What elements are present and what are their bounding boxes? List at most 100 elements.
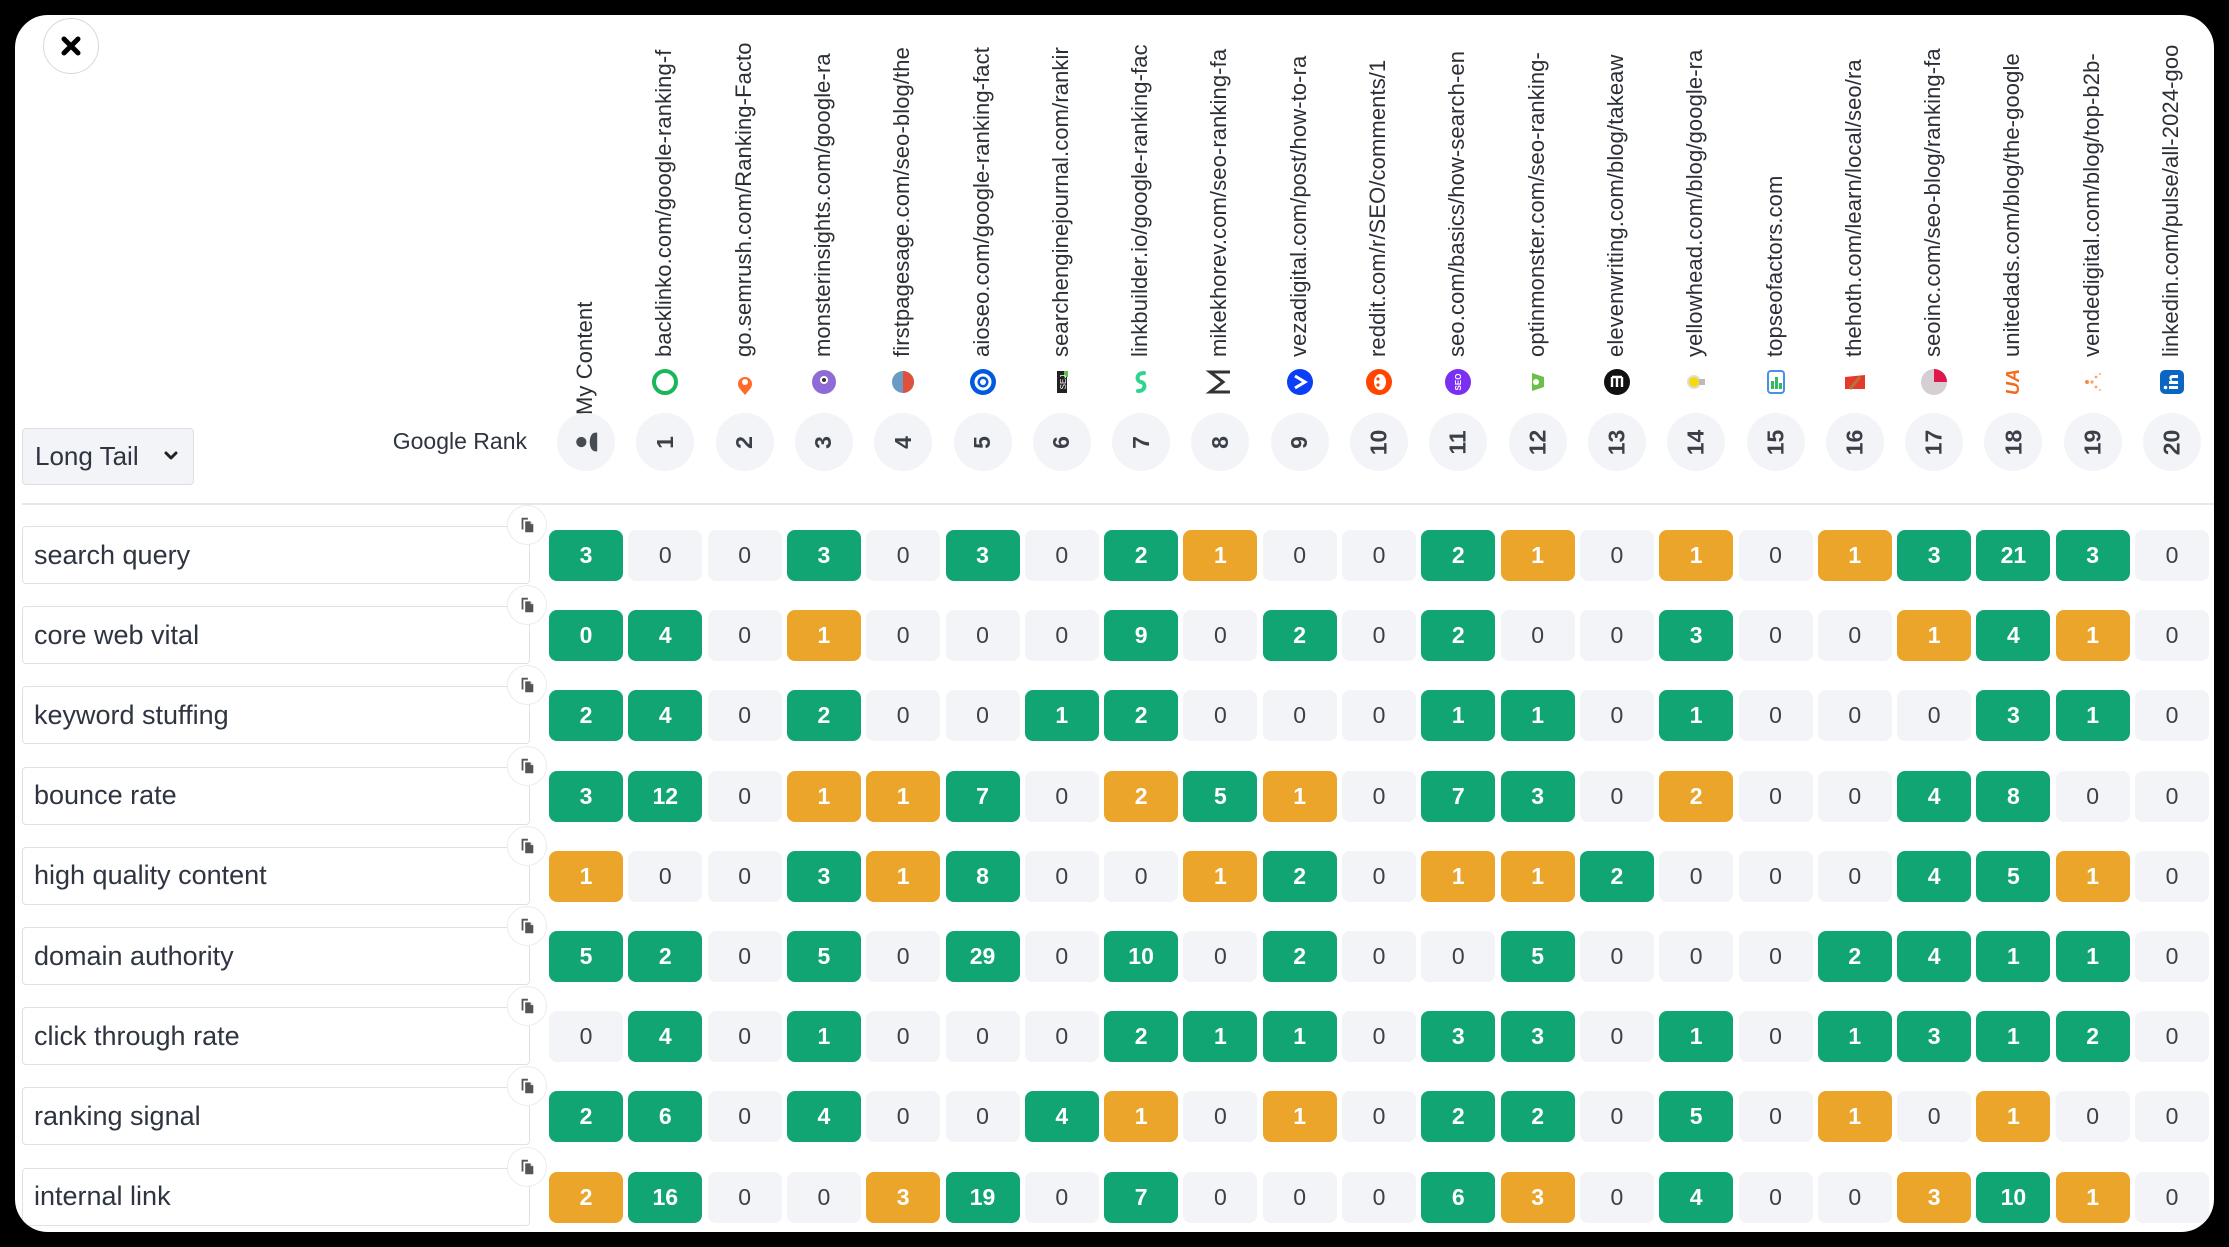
column-header[interactable]: vezadigital.com/post/how-to-ra 9 bbox=[1270, 15, 1330, 485]
column-url-link[interactable]: vendedigital.com/blog/top-b2b- bbox=[2079, 53, 2105, 357]
keyword-input[interactable]: bounce rate bbox=[22, 766, 530, 825]
column-url-link[interactable]: aioseo.com/google-ranking-fact bbox=[969, 47, 995, 357]
column-header[interactable]: thehoth.com/learn/local/seo/ra 16 bbox=[1825, 15, 1885, 485]
copy-keyword-button[interactable] bbox=[507, 1146, 547, 1187]
copy-icon bbox=[521, 838, 534, 853]
column-url-link[interactable]: backlinko.com/google-ranking-f bbox=[651, 50, 677, 358]
keyword-count-cell: 0 bbox=[945, 690, 1020, 742]
keyword-count-cell: 0 bbox=[1262, 530, 1337, 581]
column-header[interactable]: seo.com/basics/how-search-en SEO 11 bbox=[1428, 15, 1488, 485]
keyword-text: domain authority bbox=[34, 940, 234, 971]
copy-keyword-button[interactable] bbox=[507, 825, 547, 866]
column-url-link[interactable]: optinmonster.com/seo-ranking- bbox=[1524, 52, 1550, 357]
keyword-input[interactable]: ranking signal bbox=[22, 1087, 530, 1146]
rank-badge: 9 bbox=[1270, 413, 1329, 471]
keyword-count-cell: 3 bbox=[866, 1171, 941, 1223]
column-header[interactable]: unitedads.com/blog/the-google UA 18 bbox=[1983, 15, 2043, 485]
keyword-text: internal link bbox=[34, 1181, 171, 1212]
column-header[interactable]: searchenginejournal.com/rankir SEJ 6 bbox=[1032, 15, 1092, 485]
keyword-count-cell: 1 bbox=[1262, 1011, 1337, 1063]
copy-keyword-button[interactable] bbox=[507, 505, 547, 545]
copy-keyword-button[interactable] bbox=[507, 665, 547, 706]
column-url-link[interactable]: mikekhorev.com/seo-ranking-fa bbox=[1206, 49, 1232, 357]
keyword-count-cell: 9 bbox=[1104, 610, 1179, 662]
column-url-link[interactable]: yellowhead.com/blog/google-ra bbox=[1682, 50, 1708, 357]
column-url-link[interactable]: searchenginejournal.com/rankir bbox=[1048, 47, 1074, 357]
keyword-input[interactable]: high quality content bbox=[22, 846, 530, 905]
column-url-link[interactable]: monsterinsights.com/google-ra bbox=[810, 53, 836, 357]
keyword-count-cell: 0 bbox=[1738, 1091, 1813, 1143]
column-header[interactable]: monsterinsights.com/google-ra 3 bbox=[794, 15, 854, 485]
column-header[interactable]: yellowhead.com/blog/google-ra 14 bbox=[1666, 15, 1726, 485]
rank-badge: 14 bbox=[1667, 413, 1726, 471]
column-header[interactable]: linkbuilder.io/google-ranking-fac 7 bbox=[1111, 15, 1171, 485]
rank-badge: 18 bbox=[1984, 413, 2043, 471]
keyword-count-cell: 5 bbox=[786, 931, 861, 982]
column-url-link[interactable]: seo.com/basics/how-search-en bbox=[1444, 51, 1470, 357]
keyword-count-cell: 2 bbox=[1500, 1091, 1575, 1143]
column-url-link[interactable]: linkedin.com/pulse/all-2024-goo bbox=[2158, 44, 2184, 357]
rank-badge: 17 bbox=[1905, 413, 1964, 471]
rank-badge: 4 bbox=[874, 413, 933, 471]
column-header[interactable]: elevenwriting.com/blog/takeaw 13 bbox=[1587, 15, 1647, 485]
column-header[interactable]: linkedin.com/pulse/all-2024-goo 20 bbox=[2142, 15, 2202, 485]
column-header[interactable]: optinmonster.com/seo-ranking- 12 bbox=[1508, 15, 1568, 485]
column-url-link[interactable]: unitedads.com/blog/the-google bbox=[1999, 53, 2025, 357]
keyword-count-cell: 2 bbox=[1262, 931, 1337, 982]
keyword-count-cell: 0 bbox=[1817, 610, 1892, 662]
keyword-input[interactable]: domain authority bbox=[22, 927, 530, 985]
keyword-text: keyword stuffing bbox=[34, 699, 229, 730]
my-content-count-cell: 0 bbox=[549, 610, 623, 662]
svg-text:SEO: SEO bbox=[1454, 374, 1463, 391]
keyword-count-cell: 1 bbox=[866, 850, 941, 902]
column-label: My Content bbox=[572, 301, 597, 416]
rank-number: 13 bbox=[1603, 429, 1630, 455]
keyword-count-cell: 7 bbox=[1104, 1171, 1179, 1223]
copy-icon bbox=[521, 998, 534, 1014]
keyword-count-cell: 29 bbox=[945, 931, 1020, 982]
column-header[interactable]: topseofactors.com 15 bbox=[1746, 15, 1806, 485]
keyword-text: ranking signal bbox=[34, 1100, 201, 1131]
keyword-count-cell: 0 bbox=[1579, 1091, 1654, 1143]
keyword-input[interactable]: click through rate bbox=[22, 1007, 530, 1066]
keyword-input[interactable]: core web vital bbox=[22, 606, 530, 665]
copy-keyword-button[interactable] bbox=[507, 986, 547, 1027]
keyword-count-cell: 4 bbox=[1024, 1091, 1099, 1143]
rank-number: 20 bbox=[2158, 429, 2185, 455]
column-header[interactable]: firstpagesage.com/seo-blog/the 4 bbox=[873, 15, 933, 485]
column-url-link[interactable]: seoinc.com/seo-blog/ranking-fa bbox=[1920, 48, 1946, 357]
keyword-input[interactable]: keyword stuffing bbox=[22, 686, 530, 745]
copy-icon bbox=[521, 517, 534, 533]
keyword-count-cell: 0 bbox=[1659, 931, 1734, 982]
column-url-link[interactable]: vezadigital.com/post/how-to-ra bbox=[1286, 56, 1312, 357]
copy-keyword-button[interactable] bbox=[507, 906, 547, 946]
keyword-input[interactable]: internal link bbox=[22, 1167, 530, 1226]
close-button[interactable] bbox=[43, 18, 99, 74]
column-url-link[interactable]: go.semrush.com/Ranking-Facto bbox=[731, 42, 757, 357]
keyword-count-cell: 3 bbox=[1897, 530, 1972, 581]
keyword-input[interactable]: search query bbox=[22, 526, 530, 584]
column-header[interactable]: vendedigital.com/blog/top-b2b- 19 bbox=[2063, 15, 2123, 485]
copy-keyword-button[interactable] bbox=[507, 745, 547, 786]
column-header[interactable]: reddit.com/r/SEO/comments/1 10 bbox=[1349, 15, 1409, 485]
keyword-count-cell: 0 bbox=[866, 530, 941, 581]
column-url-link[interactable]: linkbuilder.io/google-ranking-fac bbox=[1127, 44, 1153, 357]
rank-badge: 1 bbox=[636, 413, 695, 471]
column-url-link[interactable]: reddit.com/r/SEO/comments/1 bbox=[1365, 60, 1391, 357]
column-url-link[interactable]: topseofactors.com bbox=[1762, 176, 1788, 357]
column-url-link[interactable]: elevenwriting.com/blog/takeaw bbox=[1603, 55, 1629, 358]
column-header[interactable]: go.semrush.com/Ranking-Facto 2 bbox=[715, 15, 775, 485]
column-url-link[interactable]: firstpagesage.com/seo-blog/the bbox=[889, 47, 915, 357]
copy-keyword-button[interactable] bbox=[507, 1066, 547, 1107]
column-header[interactable]: aioseo.com/google-ranking-fact 5 bbox=[953, 15, 1013, 485]
column-header[interactable]: seoinc.com/seo-blog/ranking-fa 17 bbox=[1904, 15, 1964, 485]
column-header[interactable]: backlinko.com/google-ranking-f 1 bbox=[635, 15, 695, 485]
column-header[interactable]: mikekhorev.com/seo-ranking-fa 8 bbox=[1190, 15, 1250, 485]
keyword-count-cell: 0 bbox=[1738, 610, 1813, 662]
mikekhorev-icon bbox=[1205, 367, 1235, 397]
keyword-count-cell: 0 bbox=[1817, 850, 1892, 902]
keyword-count-cell: 5 bbox=[1183, 770, 1258, 822]
column-url-link[interactable]: thehoth.com/learn/local/seo/ra bbox=[1841, 59, 1867, 357]
copy-keyword-button[interactable] bbox=[507, 585, 547, 626]
keyword-type-dropdown[interactable]: Long Tail bbox=[22, 428, 194, 485]
